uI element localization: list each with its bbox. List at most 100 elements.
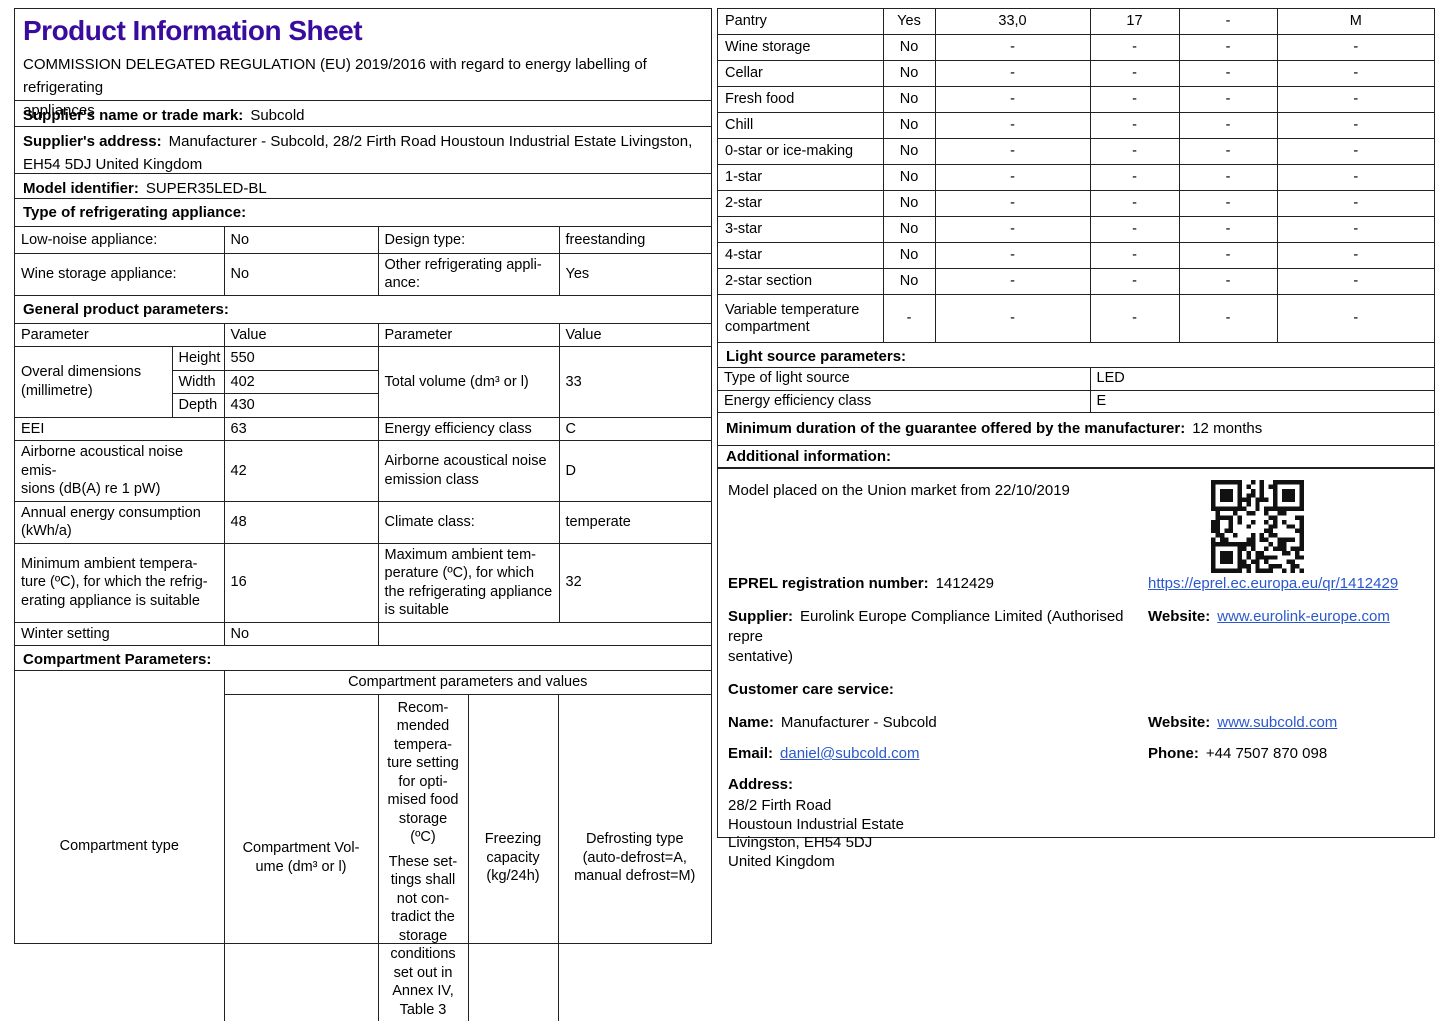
supplier-address-row: Supplier's address:Manufacturer - Subcol… <box>15 126 711 173</box>
compartment-freezing-cell: - <box>1179 61 1277 87</box>
col-header-parameter: Parameter <box>378 324 559 347</box>
compartment-volume-cell: - <box>935 217 1090 243</box>
table-row: Airborne acoustical noise emis- sions (d… <box>15 441 711 502</box>
guarantee-row: Minimum duration of the guarantee offere… <box>718 412 1434 445</box>
eei-label: EEI <box>15 417 224 441</box>
model-identifier-value: SUPER35LED-BL <box>146 180 267 197</box>
compartment-type-cell: 2-star section <box>718 269 883 295</box>
light-source-heading: Light source parameters: <box>718 342 1434 367</box>
compartment-volume-cell: - <box>935 139 1090 165</box>
total-volume-label: Total volume (dm³ or l) <box>378 347 559 418</box>
light-efficiency-class-label: Energy efficiency class <box>718 390 1090 412</box>
low-noise-value: No <box>224 227 378 253</box>
compartment-volume-cell: - <box>935 191 1090 217</box>
market-date-text: Model placed on the Union market from 22… <box>728 481 1424 501</box>
light-source-type-value: LED <box>1090 368 1434 390</box>
compartment-volume-cell: 33,0 <box>935 9 1090 35</box>
compartment-freezing-cell: - <box>1179 295 1277 343</box>
compartment-volume-cell: - <box>935 113 1090 139</box>
compartment-volume-cell: - <box>935 269 1090 295</box>
compartment-table-title: Compartment parameters and values <box>224 671 711 694</box>
compartment-type-cell: Chill <box>718 113 883 139</box>
customer-care-heading-row: Customer care service: <box>728 680 1424 700</box>
compartment-type-cell: 1-star <box>718 165 883 191</box>
table-row: Wine storage appliance: No Other refrige… <box>15 253 711 295</box>
compartment-defrost-cell: - <box>1277 113 1434 139</box>
compartment-temp-cell: - <box>1090 87 1179 113</box>
compartment-present-cell: No <box>883 35 935 61</box>
noise-class-label: Airborne acoustical noise emission class <box>378 441 559 502</box>
table-row: Compartment type Compartment parameters … <box>15 671 711 694</box>
compartment-present-cell: - <box>883 295 935 343</box>
compartment-present-cell: No <box>883 269 935 295</box>
supplier-name-label: Supplier's name or trade mark: <box>23 107 243 124</box>
compartment-temp-cell: - <box>1090 165 1179 191</box>
compartment-volume-cell: - <box>935 295 1090 343</box>
col-header-compartment-volume: Compartment Vol- ume (dm³ or l) <box>224 694 378 1021</box>
general-section-heading: General product parameters: <box>15 295 711 323</box>
col-header-freezing-capacity: Freezing capacity (kg/24h) <box>468 694 558 1021</box>
qr-code <box>1211 480 1304 573</box>
compartment-row: 4-star No - - - - <box>718 243 1434 269</box>
noise-emission-label: Airborne acoustical noise emis- sions (d… <box>15 441 224 502</box>
compartment-defrost-cell: - <box>1277 61 1434 87</box>
compartment-temp-cell: - <box>1090 243 1179 269</box>
light-source-table: Type of light source LED Energy efficien… <box>718 367 1434 412</box>
table-row: Annual energy consumption (kWh/a) 48 Cli… <box>15 501 711 543</box>
table-row: Overal dimensions (millimetre) Height 55… <box>15 347 711 371</box>
compartment-defrost-cell: - <box>1277 217 1434 243</box>
dimensions-label: Overal dimensions (millimetre) <box>15 347 172 418</box>
supplier-address-label: Supplier's address: <box>23 133 162 150</box>
light-source-type-label: Type of light source <box>718 368 1090 390</box>
page-title: Product Information Sheet <box>23 15 703 47</box>
wine-storage-value: No <box>224 253 378 295</box>
annual-energy-label: Annual energy consumption (kWh/a) <box>15 501 224 543</box>
compartment-header-table: Compartment type Compartment parameters … <box>15 670 711 1021</box>
supplier-label: Supplier: <box>728 608 793 625</box>
compartment-freezing-cell: - <box>1179 87 1277 113</box>
website-label: Website: <box>1148 608 1210 625</box>
table-row: Minimum ambient tempera- ture (ºC), for … <box>15 543 711 622</box>
compartment-defrost-cell: M <box>1277 9 1434 35</box>
col-header-recommended-temperature: Recom- mended tempera- ture setting for … <box>378 694 468 1021</box>
eprel-qr-link[interactable]: https://eprel.ec.europa.eu/qr/1412429 <box>1148 575 1398 592</box>
table-row: Energy efficiency class E <box>718 390 1434 412</box>
compartment-temp-cell: - <box>1090 61 1179 87</box>
wine-storage-label: Wine storage appliance: <box>15 253 224 295</box>
guarantee-label: Minimum duration of the guarantee offere… <box>726 420 1185 437</box>
table-row: Winter setting No <box>15 622 711 645</box>
market-info-box: Model placed on the Union market from 22… <box>717 468 1435 838</box>
compartment-row: 2-star No - - - - <box>718 191 1434 217</box>
compartment-values-panel: Pantry Yes 33,0 17 - M Wine storage No -… <box>717 8 1435 517</box>
eprel-value: 1412429 <box>936 575 994 592</box>
compartment-temp-cell: - <box>1090 139 1179 165</box>
email-link[interactable]: daniel@subcold.com <box>780 745 919 762</box>
winter-setting-value: No <box>224 622 378 645</box>
phone-value: +44 7507 870 098 <box>1206 745 1327 762</box>
table-row: Low-noise appliance: No Design type: fre… <box>15 227 711 253</box>
compartment-row: Chill No - - - - <box>718 113 1434 139</box>
compartment-volume-cell: - <box>935 61 1090 87</box>
compartment-temp-cell: - <box>1090 191 1179 217</box>
compartment-freezing-cell: - <box>1179 269 1277 295</box>
compartment-present-cell: No <box>883 217 935 243</box>
compartment-defrost-cell: - <box>1277 139 1434 165</box>
customer-website-link[interactable]: www.subcold.com <box>1217 714 1337 731</box>
additional-info-heading: Additional information: <box>718 445 1434 467</box>
low-noise-label: Low-noise appliance: <box>15 227 224 253</box>
compartment-volume-cell: - <box>935 35 1090 61</box>
dimension-height-value: 550 <box>224 347 378 371</box>
compartment-temp-cell: 17 <box>1090 9 1179 35</box>
compartment-defrost-cell: - <box>1277 165 1434 191</box>
max-ambient-temp-value: 32 <box>559 543 711 622</box>
compartment-row: 3-star No - - - - <box>718 217 1434 243</box>
compartment-values-table: Pantry Yes 33,0 17 - M Wine storage No -… <box>718 9 1434 342</box>
compartment-temp-cell: - <box>1090 217 1179 243</box>
col-header-compartment-type: Compartment type <box>15 671 224 1021</box>
compartment-present-cell: No <box>883 87 935 113</box>
compartment-defrost-cell: - <box>1277 243 1434 269</box>
compartment-defrost-cell: - <box>1277 87 1434 113</box>
supplier-website-link[interactable]: www.eurolink-europe.com <box>1217 608 1390 625</box>
compartment-temp-cell: - <box>1090 295 1179 343</box>
general-parameters-table: Parameter Value Parameter Value Overal d… <box>15 323 711 646</box>
